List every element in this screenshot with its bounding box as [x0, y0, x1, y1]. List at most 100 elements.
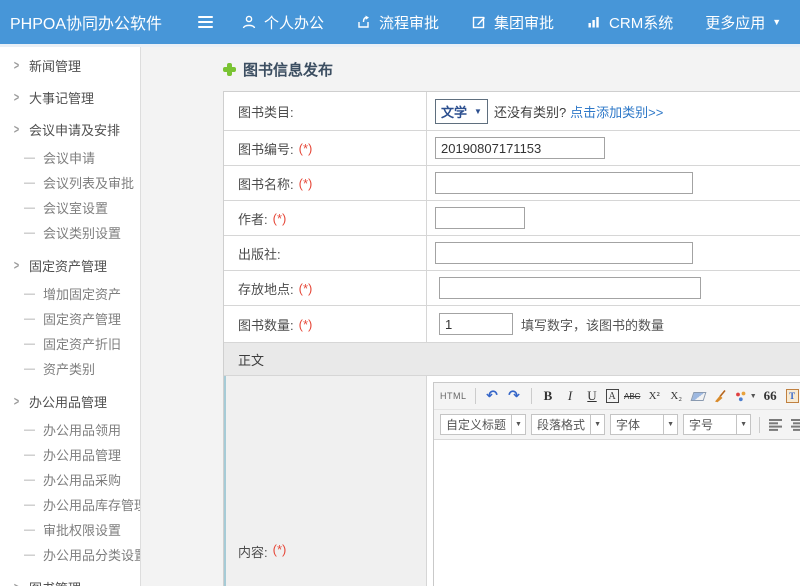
- sidebar-item[interactable]: —固定资产管理: [0, 306, 140, 331]
- caret-down-icon: ▼: [590, 415, 604, 434]
- sidebar-item[interactable]: —会议列表及审批: [0, 170, 140, 195]
- required-mark: (*): [299, 281, 313, 296]
- edit-square-icon: [471, 14, 487, 30]
- required-mark: (*): [273, 211, 287, 226]
- sidebar-item[interactable]: —办公用品领用: [0, 417, 140, 442]
- sidebar-item[interactable]: —会议类别设置: [0, 220, 140, 245]
- dash-icon: —: [24, 499, 35, 511]
- field-label: 作者:: [238, 209, 268, 228]
- dash-icon: —: [24, 202, 35, 214]
- bordered-text-button[interactable]: A: [606, 389, 619, 403]
- chevron-right-icon: >: [14, 579, 19, 586]
- custom-title-select[interactable]: 自定义标题 ▼: [440, 414, 526, 435]
- paste-text-button[interactable]: T: [784, 387, 800, 406]
- sidebar-item[interactable]: —办公用品管理: [0, 442, 140, 467]
- sidebar-item[interactable]: —增加固定资产: [0, 281, 140, 306]
- author-input[interactable]: [435, 207, 525, 229]
- caret-down-icon: ▼: [663, 415, 677, 434]
- chevron-right-icon: >: [14, 57, 19, 72]
- chevron-right-icon: >: [14, 121, 19, 136]
- dash-icon: —: [24, 449, 35, 461]
- field-label: 出版社:: [238, 244, 281, 263]
- sidebar-item[interactable]: —办公用品分类设置: [0, 542, 140, 567]
- toolbar-divider: [531, 388, 532, 404]
- publisher-input[interactable]: [435, 242, 693, 264]
- sidebar-item[interactable]: —办公用品采购: [0, 467, 140, 492]
- color-palette-icon: [734, 390, 748, 403]
- book-category-select[interactable]: 文学 ▼: [435, 99, 488, 124]
- align-center-button[interactable]: [790, 415, 800, 434]
- superscript-button[interactable]: X²: [646, 387, 663, 406]
- italic-button[interactable]: I: [562, 387, 579, 406]
- sidebar-item[interactable]: —会议室设置: [0, 195, 140, 220]
- toolbar-divider: [759, 417, 760, 433]
- rich-text-editor: HTML ↶ ↷ B I U A ABC X² X₂: [427, 376, 800, 586]
- field-label: 内容:: [238, 542, 268, 561]
- blockquote-button[interactable]: 66: [762, 387, 779, 406]
- eraser-button[interactable]: [690, 387, 707, 406]
- editor-toolbar-row1: HTML ↶ ↷ B I U A ABC X² X₂: [434, 383, 800, 410]
- nav-group-approval[interactable]: 集团审批: [471, 12, 554, 33]
- field-label: 图书类目:: [238, 102, 294, 121]
- chevron-right-icon: >: [14, 89, 19, 104]
- field-label: 图书编号:: [238, 139, 294, 158]
- underline-button[interactable]: U: [584, 387, 601, 406]
- nav-process-approval[interactable]: 流程审批: [356, 12, 439, 33]
- book-name-input[interactable]: [435, 172, 693, 194]
- sidebar-item[interactable]: —资产类别: [0, 356, 140, 381]
- bold-button[interactable]: B: [540, 387, 557, 406]
- font-size-select[interactable]: 字号 ▼: [683, 414, 751, 435]
- html-source-button[interactable]: HTML: [440, 387, 467, 406]
- sidebar-item-books[interactable]: >图书管理: [0, 571, 140, 586]
- sidebar-item-office-supplies[interactable]: >办公用品管理: [0, 385, 140, 417]
- font-family-select[interactable]: 字体 ▼: [610, 414, 678, 435]
- sidebar-item-fixed-assets[interactable]: >固定资产管理: [0, 249, 140, 281]
- sidebar-item[interactable]: —办公用品库存管理: [0, 492, 140, 517]
- caret-down-icon: ▼: [772, 18, 781, 27]
- dash-icon: —: [24, 177, 35, 189]
- redo-button[interactable]: ↷: [506, 387, 523, 406]
- align-left-icon: [769, 418, 784, 431]
- sidebar-item[interactable]: —会议申请: [0, 145, 140, 170]
- editor-toolbar-row2: 自定义标题 ▼ 段落格式 ▼ 字体 ▼: [434, 410, 800, 440]
- dash-icon: —: [24, 474, 35, 486]
- location-input[interactable]: [439, 277, 701, 299]
- dash-icon: —: [24, 152, 35, 164]
- paragraph-format-select[interactable]: 段落格式 ▼: [531, 414, 605, 435]
- highlight-color-button[interactable]: ▼: [734, 387, 757, 406]
- section-header-body: 正文: [224, 343, 800, 376]
- subscript-button[interactable]: X₂: [668, 387, 685, 406]
- nav-more-apps[interactable]: 更多应用 ▼: [705, 12, 781, 33]
- field-label: 图书数量:: [238, 315, 294, 334]
- chevron-right-icon: >: [14, 393, 19, 408]
- chevron-right-icon: >: [14, 257, 19, 272]
- book-form: 图书类目: 文学 ▼ 还没有类别? 点击添加类别>> 图书编号:(*) 图书名称…: [223, 91, 800, 586]
- category-hint: 还没有类别?: [494, 102, 566, 121]
- sidebar-item-memorabilia[interactable]: >大事记管理: [0, 81, 140, 113]
- format-painter-button[interactable]: [712, 387, 729, 406]
- add-category-link[interactable]: 点击添加类别>>: [570, 102, 663, 121]
- sidebar-item[interactable]: —审批权限设置: [0, 517, 140, 542]
- required-mark: (*): [273, 542, 287, 561]
- clipboard-icon: T: [786, 389, 799, 403]
- required-mark: (*): [299, 141, 313, 156]
- undo-button[interactable]: ↶: [484, 387, 501, 406]
- required-mark: (*): [299, 176, 313, 191]
- top-nav: 个人办公 流程审批 集团审批 CRM系统 更多应用 ▼: [241, 12, 781, 33]
- caret-down-icon: ▼: [736, 415, 750, 434]
- align-left-button[interactable]: [768, 415, 785, 434]
- book-code-input[interactable]: [435, 137, 605, 159]
- quantity-input[interactable]: [439, 313, 513, 335]
- dash-icon: —: [24, 338, 35, 350]
- editor-content-area[interactable]: [434, 440, 800, 586]
- nav-personal-office[interactable]: 个人办公: [241, 12, 324, 33]
- align-center-icon: [791, 418, 800, 431]
- hamburger-menu-icon[interactable]: [198, 13, 213, 31]
- caret-down-icon: ▼: [474, 107, 482, 116]
- plus-icon: [223, 63, 236, 76]
- strikethrough-button[interactable]: ABC: [624, 387, 641, 406]
- nav-crm-system[interactable]: CRM系统: [586, 12, 673, 33]
- sidebar-item[interactable]: —固定资产折旧: [0, 331, 140, 356]
- sidebar-item-news[interactable]: >新闻管理: [0, 49, 140, 81]
- sidebar-item-meetings[interactable]: >会议申请及安排: [0, 113, 140, 145]
